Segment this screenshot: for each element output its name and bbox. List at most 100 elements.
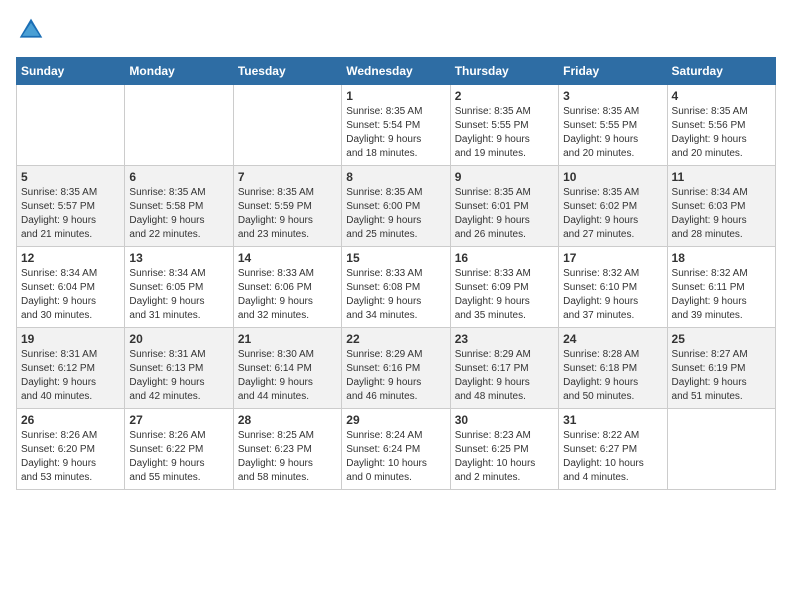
cell-date-number: 24: [563, 332, 662, 346]
calendar-cell: [667, 409, 775, 490]
calendar-cell: 6 Sunrise: 8:35 AM Sunset: 5:58 PM Daylig…: [125, 166, 233, 247]
day-header-sunday: Sunday: [17, 58, 125, 85]
logo-icon: [18, 16, 44, 47]
cell-date-number: 4: [672, 89, 771, 103]
cell-date-number: 10: [563, 170, 662, 184]
calendar-cell: 20 Sunrise: 8:31 AM Sunset: 6:13 PM Dayli…: [125, 328, 233, 409]
cell-info-text: Sunrise: 8:35 AM Sunset: 5:58 PM Dayligh…: [129, 186, 228, 242]
cell-date-number: 25: [672, 332, 771, 346]
cell-info-text: Sunrise: 8:35 AM Sunset: 5:55 PM Dayligh…: [455, 105, 554, 161]
calendar-header: SundayMondayTuesdayWednesdayThursdayFrid…: [17, 58, 776, 85]
calendar-cell: 11Sunrise: 8:34 AM Sunset: 6:03 PM Dayli…: [667, 166, 775, 247]
calendar-cell: 15 Sunrise: 8:33 AM Sunset: 6:08 PM Dayli…: [342, 247, 450, 328]
cell-date-number: 15: [346, 251, 445, 265]
cell-date-number: 9: [455, 170, 554, 184]
day-header-saturday: Saturday: [667, 58, 775, 85]
cell-date-number: 22: [346, 332, 445, 346]
cell-info-text: Sunrise: 8:24 AM Sunset: 6:24 PM Dayligh…: [346, 429, 445, 485]
cell-date-number: 20: [129, 332, 228, 346]
cell-info-text: Sunrise: 8:35 AM Sunset: 5:54 PM Dayligh…: [346, 105, 445, 161]
calendar-cell: 23 Sunrise: 8:29 AM Sunset: 6:17 PM Dayli…: [450, 328, 558, 409]
cell-date-number: 3: [563, 89, 662, 103]
calendar-cell: 14 Sunrise: 8:33 AM Sunset: 6:06 PM Dayli…: [233, 247, 341, 328]
calendar-cell: 16Sunrise: 8:33 AM Sunset: 6:09 PM Dayli…: [450, 247, 558, 328]
calendar-cell: 8Sunrise: 8:35 AM Sunset: 6:00 PM Daylig…: [342, 166, 450, 247]
day-header-row: SundayMondayTuesdayWednesdayThursdayFrid…: [17, 58, 776, 85]
cell-info-text: Sunrise: 8:26 AM Sunset: 6:22 PM Dayligh…: [129, 429, 228, 485]
cell-info-text: Sunrise: 8:26 AM Sunset: 6:20 PM Dayligh…: [21, 429, 120, 485]
week-row-5: 26 Sunrise: 8:26 AM Sunset: 6:20 PM Dayli…: [17, 409, 776, 490]
calendar-cell: [17, 85, 125, 166]
calendar-cell: 18Sunrise: 8:32 AM Sunset: 6:11 PM Dayli…: [667, 247, 775, 328]
cell-info-text: Sunrise: 8:35 AM Sunset: 6:02 PM Dayligh…: [563, 186, 662, 242]
week-row-1: 1 Sunrise: 8:35 AM Sunset: 5:54 PM Daylig…: [17, 85, 776, 166]
cell-info-text: Sunrise: 8:31 AM Sunset: 6:13 PM Dayligh…: [129, 348, 228, 404]
calendar: SundayMondayTuesdayWednesdayThursdayFrid…: [16, 57, 776, 490]
logo: [16, 16, 44, 47]
cell-date-number: 26: [21, 413, 120, 427]
calendar-cell: 29 Sunrise: 8:24 AM Sunset: 6:24 PM Dayli…: [342, 409, 450, 490]
calendar-cell: 25 Sunrise: 8:27 AM Sunset: 6:19 PM Dayli…: [667, 328, 775, 409]
week-row-4: 19 Sunrise: 8:31 AM Sunset: 6:12 PM Dayli…: [17, 328, 776, 409]
cell-info-text: Sunrise: 8:35 AM Sunset: 5:59 PM Dayligh…: [238, 186, 337, 242]
cell-date-number: 12: [21, 251, 120, 265]
calendar-cell: 27Sunrise: 8:26 AM Sunset: 6:22 PM Dayli…: [125, 409, 233, 490]
cell-info-text: Sunrise: 8:34 AM Sunset: 6:05 PM Dayligh…: [129, 267, 228, 323]
cell-info-text: Sunrise: 8:34 AM Sunset: 6:03 PM Dayligh…: [672, 186, 771, 242]
cell-info-text: Sunrise: 8:35 AM Sunset: 6:01 PM Dayligh…: [455, 186, 554, 242]
cell-date-number: 23: [455, 332, 554, 346]
calendar-cell: 12 Sunrise: 8:34 AM Sunset: 6:04 PM Dayli…: [17, 247, 125, 328]
calendar-cell: 19 Sunrise: 8:31 AM Sunset: 6:12 PM Dayli…: [17, 328, 125, 409]
cell-info-text: Sunrise: 8:28 AM Sunset: 6:18 PM Dayligh…: [563, 348, 662, 404]
week-row-2: 5 Sunrise: 8:35 AM Sunset: 5:57 PM Daylig…: [17, 166, 776, 247]
calendar-cell: 21 Sunrise: 8:30 AM Sunset: 6:14 PM Dayli…: [233, 328, 341, 409]
cell-date-number: 29: [346, 413, 445, 427]
cell-date-number: 28: [238, 413, 337, 427]
cell-info-text: Sunrise: 8:31 AM Sunset: 6:12 PM Dayligh…: [21, 348, 120, 404]
cell-info-text: Sunrise: 8:29 AM Sunset: 6:17 PM Dayligh…: [455, 348, 554, 404]
cell-date-number: 19: [21, 332, 120, 346]
calendar-cell: 1 Sunrise: 8:35 AM Sunset: 5:54 PM Daylig…: [342, 85, 450, 166]
week-row-3: 12 Sunrise: 8:34 AM Sunset: 6:04 PM Dayli…: [17, 247, 776, 328]
cell-info-text: Sunrise: 8:35 AM Sunset: 5:56 PM Dayligh…: [672, 105, 771, 161]
page-header: [16, 16, 776, 47]
cell-date-number: 30: [455, 413, 554, 427]
cell-info-text: Sunrise: 8:30 AM Sunset: 6:14 PM Dayligh…: [238, 348, 337, 404]
calendar-cell: 22 Sunrise: 8:29 AM Sunset: 6:16 PM Dayli…: [342, 328, 450, 409]
calendar-cell: 31Sunrise: 8:22 AM Sunset: 6:27 PM Dayli…: [559, 409, 667, 490]
calendar-cell: 5 Sunrise: 8:35 AM Sunset: 5:57 PM Daylig…: [17, 166, 125, 247]
calendar-cell: 28Sunrise: 8:25 AM Sunset: 6:23 PM Dayli…: [233, 409, 341, 490]
cell-info-text: Sunrise: 8:22 AM Sunset: 6:27 PM Dayligh…: [563, 429, 662, 485]
cell-info-text: Sunrise: 8:34 AM Sunset: 6:04 PM Dayligh…: [21, 267, 120, 323]
cell-date-number: 13: [129, 251, 228, 265]
cell-date-number: 17: [563, 251, 662, 265]
cell-info-text: Sunrise: 8:29 AM Sunset: 6:16 PM Dayligh…: [346, 348, 445, 404]
cell-info-text: Sunrise: 8:27 AM Sunset: 6:19 PM Dayligh…: [672, 348, 771, 404]
day-header-monday: Monday: [125, 58, 233, 85]
calendar-cell: 13 Sunrise: 8:34 AM Sunset: 6:05 PM Dayli…: [125, 247, 233, 328]
calendar-cell: [233, 85, 341, 166]
calendar-cell: 3Sunrise: 8:35 AM Sunset: 5:55 PM Daylig…: [559, 85, 667, 166]
cell-date-number: 21: [238, 332, 337, 346]
calendar-cell: 9 Sunrise: 8:35 AM Sunset: 6:01 PM Daylig…: [450, 166, 558, 247]
calendar-cell: 30 Sunrise: 8:23 AM Sunset: 6:25 PM Dayli…: [450, 409, 558, 490]
cell-info-text: Sunrise: 8:33 AM Sunset: 6:06 PM Dayligh…: [238, 267, 337, 323]
day-header-tuesday: Tuesday: [233, 58, 341, 85]
calendar-cell: 7 Sunrise: 8:35 AM Sunset: 5:59 PM Daylig…: [233, 166, 341, 247]
cell-date-number: 6: [129, 170, 228, 184]
cell-info-text: Sunrise: 8:33 AM Sunset: 6:09 PM Dayligh…: [455, 267, 554, 323]
day-header-thursday: Thursday: [450, 58, 558, 85]
cell-info-text: Sunrise: 8:35 AM Sunset: 5:57 PM Dayligh…: [21, 186, 120, 242]
cell-date-number: 18: [672, 251, 771, 265]
cell-date-number: 7: [238, 170, 337, 184]
calendar-cell: 24 Sunrise: 8:28 AM Sunset: 6:18 PM Dayli…: [559, 328, 667, 409]
cell-info-text: Sunrise: 8:33 AM Sunset: 6:08 PM Dayligh…: [346, 267, 445, 323]
cell-date-number: 14: [238, 251, 337, 265]
cell-info-text: Sunrise: 8:32 AM Sunset: 6:10 PM Dayligh…: [563, 267, 662, 323]
cell-info-text: Sunrise: 8:23 AM Sunset: 6:25 PM Dayligh…: [455, 429, 554, 485]
calendar-cell: 2Sunrise: 8:35 AM Sunset: 5:55 PM Daylig…: [450, 85, 558, 166]
calendar-cell: 17 Sunrise: 8:32 AM Sunset: 6:10 PM Dayli…: [559, 247, 667, 328]
calendar-cell: 26 Sunrise: 8:26 AM Sunset: 6:20 PM Dayli…: [17, 409, 125, 490]
cell-date-number: 1: [346, 89, 445, 103]
cell-date-number: 5: [21, 170, 120, 184]
